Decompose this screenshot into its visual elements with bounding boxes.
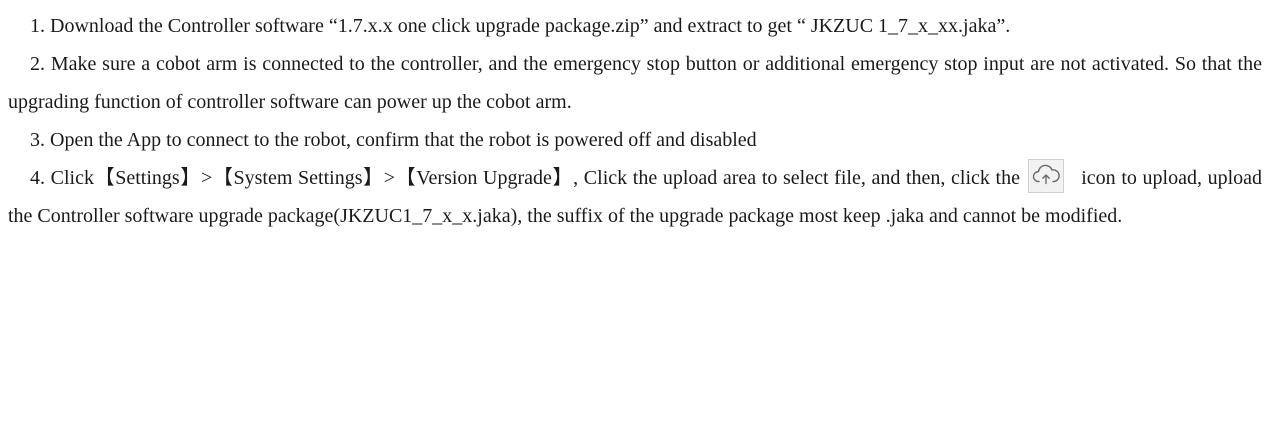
step-4-number: 4. [30, 167, 45, 189]
step-2-text: Make sure a cobot arm is connected to th… [8, 53, 1262, 113]
step-2-number: 2. [30, 53, 45, 75]
step-1-text: Download the Controller software “1.7.x.… [50, 15, 1011, 37]
document-page: 1. Download the Controller software “1.7… [0, 0, 1270, 443]
step-3-text: Open the App to connect to the robot, co… [50, 129, 757, 151]
step-3-paragraph: 3. Open the App to connect to the robot,… [8, 121, 1262, 159]
step-4-text-before-icon: Click【Settings】>【System Settings】>【Versi… [50, 167, 1020, 189]
step-4-paragraph: 4. Click【Settings】>【System Settings】>【Ve… [8, 159, 1262, 235]
step-1-paragraph: 1. Download the Controller software “1.7… [8, 8, 1262, 45]
upload-cloud-icon [1027, 159, 1064, 193]
step-3-number: 3. [30, 129, 45, 151]
step-2-paragraph: 2. Make sure a cobot arm is connected to… [8, 45, 1262, 121]
step-1-number: 1. [30, 15, 45, 37]
